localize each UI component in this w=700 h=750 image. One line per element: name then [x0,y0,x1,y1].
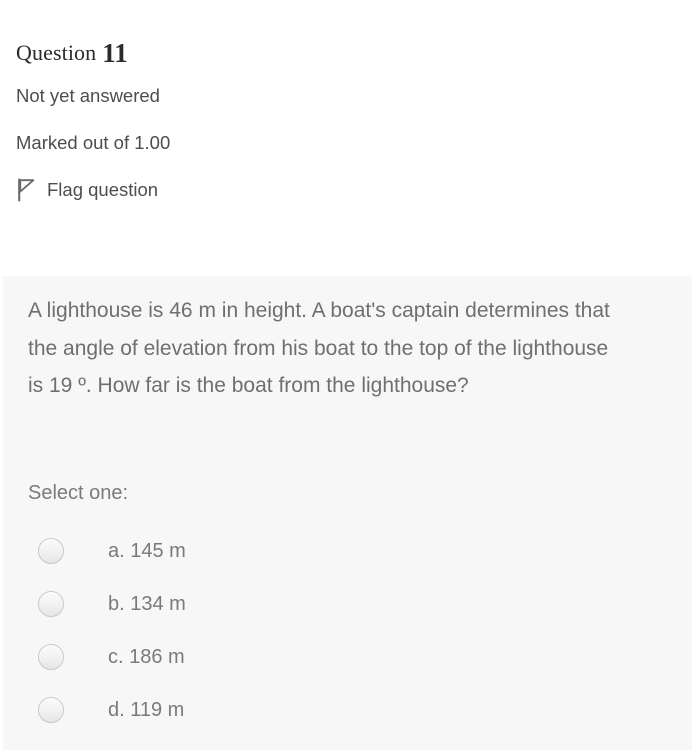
answer-label-d: d. 119 m [108,698,185,721]
answer-option-d[interactable]: d. 119 m [3,683,692,736]
flag-question-button[interactable]: Flag question [16,178,158,202]
question-grade: Marked out of 1.00 [16,132,171,153]
question-content-panel: A lighthouse is 46 m in height. A boat's… [3,276,692,750]
question-number: 11 [102,38,128,68]
radio-button-b[interactable] [38,590,64,617]
flag-icon [16,178,38,202]
answer-options-list: a. 145 m b. 134 m c. 186 m d. 119 m [3,524,692,736]
radio-button-d[interactable] [38,696,64,723]
answer-label-a: a. 145 m [108,539,186,562]
answer-label-c: c. 186 m [108,645,185,668]
question-body-text: A lighthouse is 46 m in height. A boat's… [28,299,622,397]
answer-label-b: b. 134 m [108,592,186,615]
answer-option-b[interactable]: b. 134 m [3,577,692,630]
flag-question-label: Flag question [47,178,159,200]
radio-button-c[interactable] [38,643,64,670]
question-label: Question [16,40,97,65]
question-state: Not yet answered [16,85,160,106]
answer-option-c[interactable]: c. 186 m [3,630,692,683]
answer-option-a[interactable]: a. 145 m [3,524,692,577]
radio-button-a[interactable] [38,537,64,564]
answers-intro-label: Select one: [28,482,129,504]
question-title: Question 11 [16,38,128,68]
